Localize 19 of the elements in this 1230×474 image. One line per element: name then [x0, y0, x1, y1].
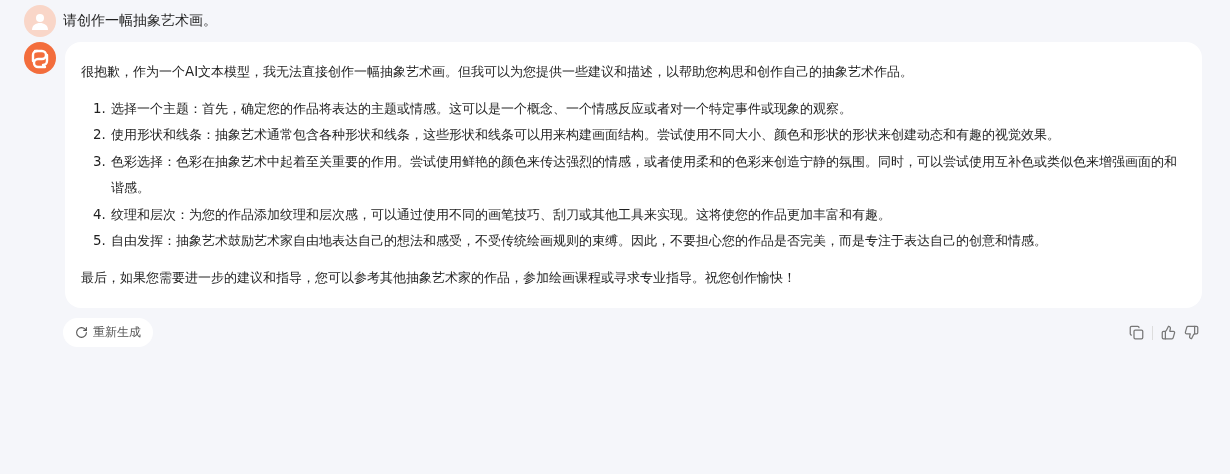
user-message: 请创作一幅抽象艺术画。 — [63, 12, 217, 30]
person-icon — [30, 11, 50, 31]
copy-icon[interactable] — [1129, 325, 1144, 340]
thumbs-down-icon[interactable] — [1184, 325, 1199, 340]
list-item-text: 选择一个主题：首先，确定您的作品将表达的主题或情感。这可以是一个概念、一个情感反应或者对一个特定事件或现象的观察。 — [111, 99, 852, 118]
list-item-text: 使用形状和线条：抽象艺术通常包含各种形状和线条，这些形状和线条可以用来构建画面结构。尝试使用不同大小、颜色和形状的形状来创建动态和有趣的视觉效果。 — [111, 126, 1060, 144]
list-item-text: 自由发挥：抽象艺术鼓励艺术家自由地表达自己的想法和感受，不受传统绘画规则的束缚。因此，不要担心您的作品是否完美，而是专注于表达自己的创意和情感。 — [111, 232, 1047, 250]
list-item-text: 纹理和层次：为您的作品添加纹理和层次感，可以通过使用不同的画笔技巧、刮刀或其他工具来实现。这将使您的作品更加丰富和有趣。 — [111, 205, 891, 224]
regenerate-button[interactable]: 重新生成 — [63, 318, 153, 347]
list-number: 3. — [93, 152, 107, 171]
thumbs-up-icon[interactable] — [1161, 325, 1176, 340]
list-item-text: 色彩选择：色彩在抽象艺术中起着至关重要的作用。尝试使用鲜艳的颜色来传达强烈的情感，或者使用柔和的色彩来创造宁静的氛围。同时，可以尝试使用互补色或类似色来增强画面的和谐感。 — [111, 152, 1178, 197]
list-number: 2. — [93, 126, 107, 144]
list-number: 5. — [93, 232, 107, 250]
refresh-icon — [75, 326, 88, 339]
reply-paragraph: 很抱歉，作为一个AI文本模型，我无法直接创作一幅抽象艺术画。但我可以为您提供一些建议和描述，以帮助您构思和创作自己的抽象艺术作品。 — [81, 63, 915, 81]
list-number: 1. — [93, 99, 107, 118]
reply-paragraph: 最后，如果您需要进一步的建议和指导，您可以参考其他抽象艺术家的作品，参加绘画课程或寻求专业指导。祝您创作愉快！ — [81, 268, 797, 287]
list-number: 4. — [93, 205, 107, 224]
